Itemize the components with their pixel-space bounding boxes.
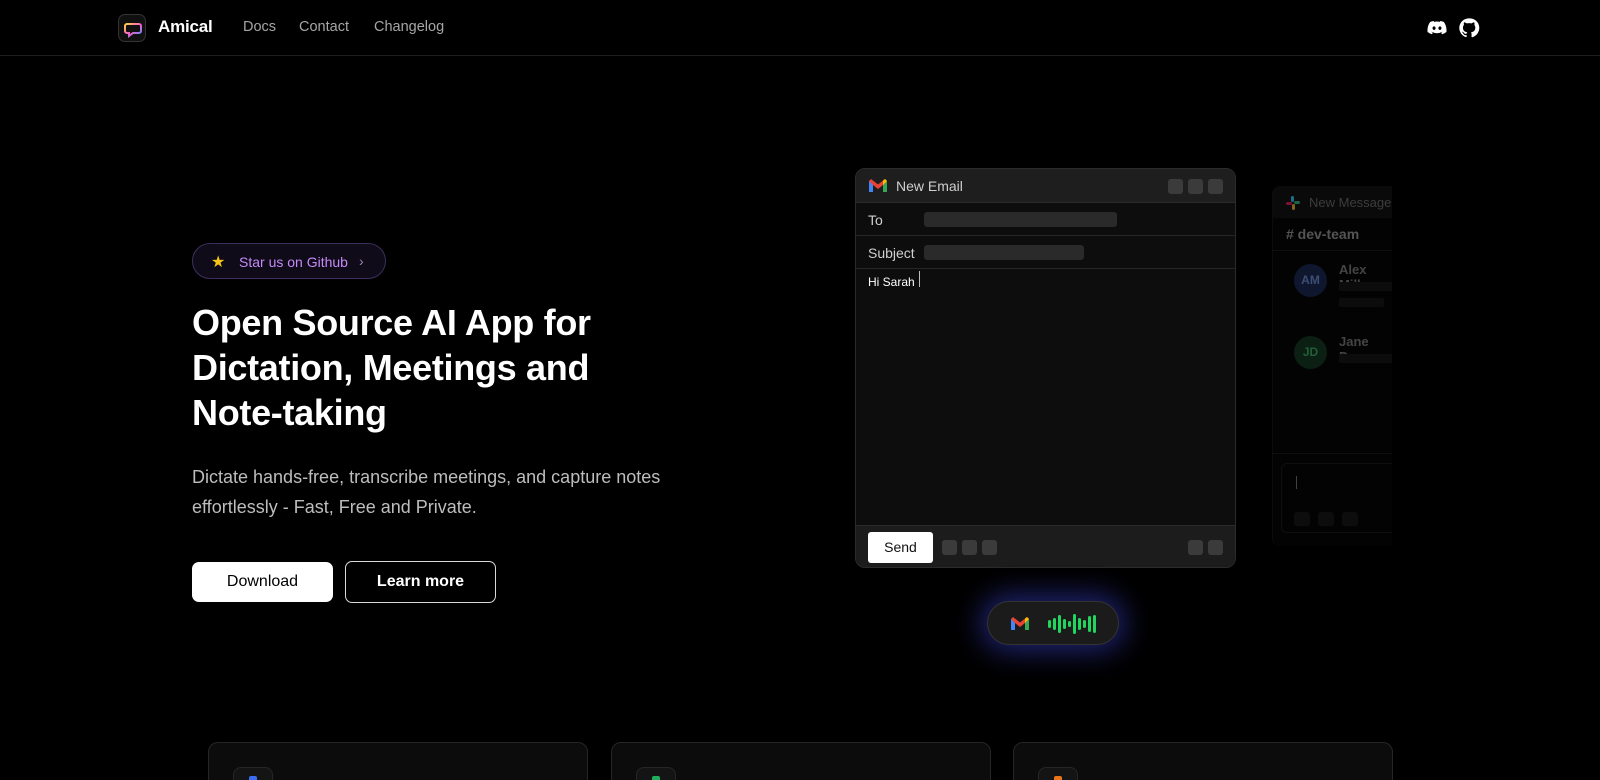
- feature-card-icon: [1038, 767, 1078, 780]
- minimize-button[interactable]: [1168, 179, 1183, 194]
- slack-divider: [1273, 250, 1392, 251]
- format-button[interactable]: [962, 540, 977, 555]
- download-button[interactable]: Download: [192, 562, 333, 602]
- to-input[interactable]: [924, 212, 1117, 227]
- top-nav: Amical Docs Contact Changelog: [0, 0, 1600, 56]
- github-icon[interactable]: [1458, 17, 1480, 39]
- learn-more-button[interactable]: Learn more: [345, 561, 496, 603]
- hero-headline: Open Source AI App for Dictation, Meetin…: [192, 302, 591, 433]
- hero-subtext: Dictate hands-free, transcribe meetings,…: [192, 467, 661, 517]
- subject-label: Subject: [868, 245, 915, 261]
- slack-message-placeholder: [1339, 354, 1392, 363]
- email-title: New Email: [896, 178, 963, 194]
- chevron-right-icon: ›: [359, 253, 364, 269]
- slack-title: New Message: [1309, 195, 1392, 210]
- star-pill-label: Star us on Github: [239, 254, 348, 270]
- feature-card-icon: [636, 767, 676, 780]
- slack-message-window: New Message # dev-team AM Alex Miller JD…: [1272, 186, 1392, 546]
- format-button[interactable]: [1342, 512, 1358, 526]
- slack-icon: [1285, 195, 1301, 216]
- star-icon: ★: [211, 254, 226, 271]
- gmail-icon: [868, 178, 888, 199]
- feature-card: [1013, 742, 1393, 780]
- delete-button[interactable]: [1208, 540, 1223, 555]
- feature-card-icon: [233, 767, 273, 780]
- gmail-icon: [1010, 616, 1030, 637]
- to-field[interactable]: To: [856, 203, 1235, 236]
- avatar: JD: [1294, 336, 1327, 369]
- slack-message-input[interactable]: [1281, 463, 1392, 533]
- slack-message-placeholder: [1339, 298, 1384, 307]
- dictation-pill[interactable]: [987, 601, 1119, 645]
- format-button[interactable]: [1294, 512, 1310, 526]
- close-button[interactable]: [1208, 179, 1223, 194]
- subject-input[interactable]: [924, 245, 1084, 260]
- feature-card: [208, 742, 588, 780]
- slack-titlebar: New Message: [1273, 186, 1392, 218]
- email-titlebar: New Email: [856, 169, 1235, 203]
- to-label: To: [868, 212, 883, 228]
- nav-link-contact[interactable]: Contact: [299, 19, 349, 35]
- feature-card: [611, 742, 991, 780]
- attach-button[interactable]: [942, 540, 957, 555]
- slack-channel-name: # dev-team: [1286, 226, 1360, 242]
- subject-field[interactable]: Subject: [856, 236, 1235, 269]
- maximize-button[interactable]: [1188, 179, 1203, 194]
- text-caret: [1296, 476, 1297, 489]
- text-caret: [919, 271, 920, 287]
- send-button[interactable]: Send: [868, 532, 933, 563]
- brand-name[interactable]: Amical: [158, 17, 213, 37]
- new-email-window: New Email To Subject Hi Sarah Send: [855, 168, 1236, 568]
- email-footer: Send: [856, 525, 1235, 567]
- slack-divider: [1273, 453, 1392, 454]
- amical-logo-icon[interactable]: [118, 14, 146, 42]
- discord-icon[interactable]: [1426, 17, 1448, 39]
- email-body-text[interactable]: Hi Sarah: [868, 275, 915, 289]
- options-button[interactable]: [1188, 540, 1203, 555]
- format-button[interactable]: [1318, 512, 1334, 526]
- emoji-button[interactable]: [982, 540, 997, 555]
- nav-link-docs[interactable]: Docs: [243, 19, 276, 35]
- star-on-github-pill[interactable]: ★ Star us on Github ›: [192, 243, 386, 279]
- slack-message-placeholder: [1339, 282, 1392, 291]
- nav-link-changelog[interactable]: Changelog: [374, 19, 444, 35]
- avatar: AM: [1294, 264, 1327, 297]
